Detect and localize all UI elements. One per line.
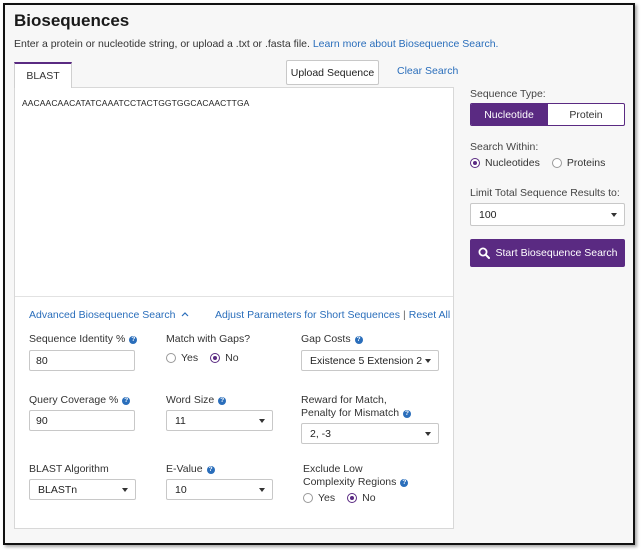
query-coverage-input[interactable]: 90: [29, 410, 135, 431]
tab-blast[interactable]: BLAST: [14, 62, 72, 88]
chevron-down-icon: [259, 418, 265, 423]
question-circle-icon[interactable]: ?: [129, 336, 138, 344]
word-size-label-text: Word Size: [166, 394, 215, 406]
upload-sequence-button[interactable]: Upload Sequence: [286, 60, 379, 85]
sequence-identity-input[interactable]: 80: [29, 350, 135, 371]
gap-costs-label-text: Gap Costs: [301, 333, 351, 345]
sequence-type-label: Sequence Type:: [470, 88, 546, 100]
match-gaps-yes-label: Yes: [181, 352, 199, 364]
query-coverage-label-text: Query Coverage %: [29, 394, 119, 406]
e-value-select[interactable]: 10: [166, 479, 273, 500]
search-within-label: Search Within:: [470, 141, 539, 153]
blast-algorithm-select[interactable]: BLASTn: [29, 479, 136, 500]
match-gaps-no-label: No: [225, 352, 239, 364]
reward-label-line1: Reward for Match,: [301, 394, 387, 406]
sequence-type-nucleotide[interactable]: Nucleotide: [471, 104, 547, 125]
word-size-value: 11: [175, 414, 186, 427]
match-with-gaps-label: Match with Gaps?: [166, 333, 251, 345]
match-gaps-yes-option[interactable]: Yes: [166, 352, 198, 364]
search-icon: [478, 247, 490, 259]
question-circle-icon[interactable]: ?: [354, 336, 363, 344]
word-size-select[interactable]: 11: [166, 410, 273, 431]
low-complexity-no-label: No: [362, 492, 376, 504]
advanced-search-toggle[interactable]: Advanced Biosequence Search: [29, 309, 189, 321]
word-size-label: Word Size?: [166, 394, 227, 407]
reward-penalty-select[interactable]: 2, -3: [301, 423, 439, 444]
low-complexity-no-option[interactable]: No: [347, 492, 376, 504]
chevron-down-icon: [425, 358, 431, 363]
within-nucleotides-radio[interactable]: [470, 158, 480, 168]
chevron-down-icon: [611, 212, 617, 217]
e-value-label-text: E-Value: [166, 463, 203, 475]
link-separator: |: [403, 309, 406, 321]
query-coverage-label: Query Coverage %?: [29, 394, 131, 407]
chevron-down-icon: [425, 431, 431, 436]
low-complexity-no-radio[interactable]: [347, 493, 358, 503]
question-circle-icon[interactable]: ?: [403, 410, 412, 418]
e-value-label: E-Value?: [166, 463, 215, 476]
e-value-value: 10: [175, 483, 187, 496]
within-proteins-radio[interactable]: [551, 158, 562, 168]
within-nucleotides-label: Nucleotides: [485, 157, 540, 169]
low-complexity-yes-label: Yes: [318, 492, 336, 504]
chevron-down-icon: [259, 487, 265, 492]
sequence-identity-label-text: Sequence Identity %: [29, 333, 126, 345]
chevron-up-icon: [182, 312, 189, 317]
subtitle-text: Enter a protein or nucleotide string, or…: [14, 38, 310, 50]
blast-panel: AACAACAACATATCAAATCCTACTGGTGGCACAACTTGA …: [14, 87, 454, 529]
low-complexity-label: Exclude Low Complexity Regions?: [303, 463, 409, 489]
limit-results-label: Limit Total Sequence Results to:: [470, 187, 620, 199]
start-search-label: Start Biosequence Search: [495, 247, 618, 259]
gap-costs-value: Existence 5 Extension 2: [310, 354, 423, 367]
sequence-type-toggle: Nucleotide Protein: [470, 103, 625, 126]
question-circle-icon[interactable]: ?: [400, 479, 409, 487]
limit-results-select[interactable]: 100: [470, 203, 625, 226]
reward-penalty-value: 2, -3: [310, 427, 332, 440]
start-biosequence-search-button[interactable]: Start Biosequence Search: [470, 239, 625, 267]
sequence-input[interactable]: AACAACAACATATCAAATCCTACTGGTGGCACAACTTGA: [22, 98, 249, 108]
match-gaps-no-radio[interactable]: [210, 353, 221, 363]
adjust-links: Adjust Parameters for Short Sequences | Re…: [215, 309, 450, 321]
low-complexity-yes-radio[interactable]: [303, 493, 313, 503]
page-subtitle: Enter a protein or nucleotide string, or…: [14, 38, 498, 50]
chevron-down-icon: [122, 487, 128, 492]
match-gaps-yes-radio[interactable]: [166, 353, 176, 363]
reward-penalty-label: Reward for Match, Penalty for Mismatch?: [301, 394, 412, 420]
page-title: Biosequences: [14, 11, 130, 30]
adjust-short-sequences-link[interactable]: Adjust Parameters for Short Sequences: [215, 309, 400, 321]
search-within-group: Nucleotides Proteins: [470, 157, 617, 169]
question-circle-icon[interactable]: ?: [122, 397, 131, 405]
sequence-identity-label: Sequence Identity %?: [29, 333, 138, 346]
blast-algorithm-label: BLAST Algorithm: [29, 463, 109, 475]
advanced-search-label: Advanced Biosequence Search: [29, 309, 176, 321]
match-with-gaps-group: Yes No: [166, 352, 251, 364]
clear-search-link[interactable]: Clear Search: [397, 65, 458, 77]
within-proteins-label: Proteins: [566, 157, 606, 169]
within-nucleotides-option[interactable]: Nucleotides: [470, 157, 540, 169]
low-complexity-line2: Complexity Regions: [303, 476, 397, 488]
sequence-type-protein[interactable]: Protein: [547, 104, 624, 125]
app-window: Biosequences Enter a protein or nucleoti…: [3, 3, 635, 545]
gap-costs-select[interactable]: Existence 5 Extension 2: [301, 350, 439, 371]
question-circle-icon[interactable]: ?: [218, 397, 227, 405]
low-complexity-group: Yes No: [303, 492, 388, 504]
advanced-divider: [15, 296, 453, 297]
low-complexity-yes-option[interactable]: Yes: [303, 492, 335, 504]
gap-costs-label: Gap Costs?: [301, 333, 363, 346]
match-gaps-no-option[interactable]: No: [210, 352, 239, 364]
limit-results-value: 100: [479, 208, 497, 221]
within-proteins-option[interactable]: Proteins: [551, 157, 606, 169]
penalty-label-line2: Penalty for Mismatch: [301, 407, 400, 419]
learn-more-link[interactable]: Learn more about Biosequence Search.: [313, 38, 499, 50]
low-complexity-line1: Exclude Low: [303, 463, 363, 475]
reset-all-link[interactable]: Reset All: [409, 309, 450, 321]
blast-algorithm-value: BLASTn: [38, 483, 78, 496]
question-circle-icon[interactable]: ?: [206, 466, 215, 474]
